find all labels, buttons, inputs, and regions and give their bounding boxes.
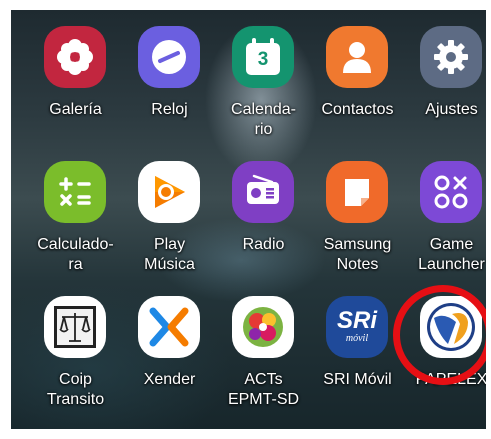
sri-icon: SRi móvil	[326, 296, 388, 358]
app-play-musica[interactable]: Play Música	[122, 155, 217, 287]
app-xender[interactable]: Xender	[122, 290, 217, 422]
app-label: Samsung Notes	[323, 236, 392, 273]
radio-icon	[232, 161, 294, 223]
notes-icon	[326, 161, 388, 223]
app-calendario[interactable]: 3 Calenda- rio	[216, 20, 311, 152]
app-label: Calenda- rio	[231, 101, 296, 138]
app-galeria[interactable]: Galería	[28, 20, 123, 152]
calendar-day: 3	[257, 49, 269, 70]
app-coip-transito[interactable]: Coip Transito	[28, 290, 123, 422]
play-music-icon	[138, 161, 200, 223]
flower-icon	[44, 26, 106, 88]
app-game-launcher[interactable]: Game Launcher	[404, 155, 486, 287]
app-ajustes[interactable]: Ajustes	[404, 20, 486, 152]
app-label: Play Música	[144, 236, 195, 273]
app-label: Xender	[143, 371, 196, 388]
app-label: SRI Móvil	[323, 371, 392, 388]
app-label: Coip Transito	[46, 371, 105, 408]
app-label: Reloj	[151, 101, 188, 118]
xender-icon	[138, 296, 200, 358]
app-samsung-notes[interactable]: Samsung Notes	[310, 155, 405, 287]
app-label: Ajustes	[425, 101, 478, 118]
app-label: Game Launcher	[418, 236, 485, 273]
app-calculadora[interactable]: Calculado- ra	[28, 155, 123, 287]
calendar-icon: 3	[232, 26, 294, 88]
app-label: Calculado- ra	[37, 236, 114, 273]
sri-logo-sub: móvil	[345, 333, 369, 344]
app-label: ACTs EPMT-SD	[227, 371, 300, 408]
acts-icon	[232, 296, 294, 358]
calculator-icon	[44, 161, 106, 223]
app-contactos[interactable]: Contactos	[310, 20, 405, 152]
person-icon	[326, 26, 388, 88]
app-sri-movil[interactable]: SRi móvil SRI Móvil	[310, 290, 405, 422]
app-acts-epmt-sd[interactable]: ACTs EPMT-SD	[216, 290, 311, 422]
highlight-circle	[393, 285, 486, 385]
game-launcher-icon	[420, 161, 482, 223]
app-label: Galería	[49, 101, 102, 118]
calendar-page: 3	[246, 38, 280, 75]
gear-icon	[420, 26, 482, 88]
app-label: Radio	[242, 236, 285, 253]
sri-logo: SRi	[336, 307, 377, 334]
app-label: Contactos	[321, 101, 394, 118]
app-reloj[interactable]: Reloj	[122, 20, 217, 152]
home-screen: Galería Reloj 3 Calenda- rio Contactos A…	[11, 10, 486, 429]
clock-icon	[138, 26, 200, 88]
scales-icon	[44, 296, 106, 358]
app-radio[interactable]: Radio	[216, 155, 311, 287]
